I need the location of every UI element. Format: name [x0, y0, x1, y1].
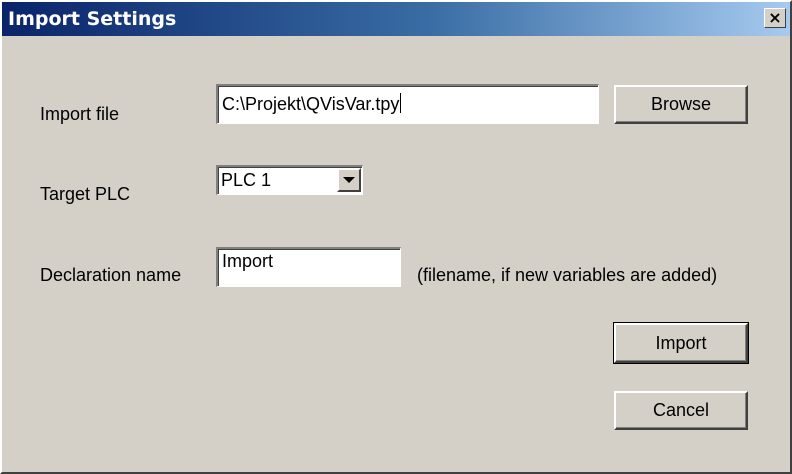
- target-plc-select[interactable]: PLC 1: [216, 165, 363, 195]
- declaration-name-label: Declaration name: [40, 265, 182, 285]
- close-icon: ×: [768, 8, 782, 27]
- target-plc-value: PLC 1: [221, 170, 272, 190]
- import-button[interactable]: Import: [613, 322, 749, 364]
- target-plc-label: Target PLC: [40, 184, 131, 204]
- import-button-label: Import: [655, 332, 707, 353]
- dropdown-button[interactable]: [337, 168, 361, 192]
- dialog-title: Import Settings: [8, 8, 177, 30]
- close-button[interactable]: ×: [764, 8, 786, 28]
- import-file-input[interactable]: C:\Projekt\QVisVar.tpy: [216, 84, 599, 124]
- cancel-button[interactable]: Cancel: [614, 391, 748, 430]
- declaration-name-input[interactable]: Import: [216, 247, 401, 287]
- browse-button-label: Browse: [650, 94, 712, 114]
- declaration-name-hint: (filename, if new variables are added): [417, 265, 718, 285]
- chevron-down-icon: [343, 177, 355, 183]
- import-file-label: Import file: [40, 104, 120, 124]
- import-file-value: C:\Projekt\QVisVar.tpy: [222, 94, 400, 114]
- title-bar[interactable]: Import Settings ×: [2, 2, 790, 36]
- cancel-button-label: Cancel: [652, 400, 710, 420]
- declaration-name-value: Import: [222, 251, 274, 271]
- text-caret: [400, 93, 402, 113]
- browse-button[interactable]: Browse: [614, 85, 748, 124]
- import-settings-dialog: Import Settings × Import file C:\Projekt…: [0, 0, 792, 474]
